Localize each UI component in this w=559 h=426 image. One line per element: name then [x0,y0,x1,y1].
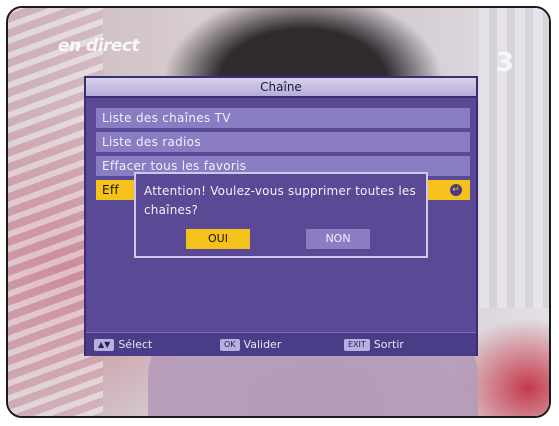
channel-logo: 3 [496,48,515,78]
menu-item-tv-list[interactable]: Liste des chaînes TV [96,108,470,128]
dialog-message: Attention! Voulez-vous supprimer toutes … [144,184,416,217]
menu-title: Chaîne [86,78,476,98]
menu-item-label: Eff [102,183,119,197]
hint-exit: EXIT Sortir [344,337,404,353]
menu-item-radio-list[interactable]: Liste des radios [96,132,470,152]
exit-key-icon: EXIT [344,339,370,351]
key-hints-bar: ▲▼ Sélect OK Valider EXIT Sortir [86,332,476,356]
menu-item-label: Liste des chaînes TV [102,111,231,125]
ok-key-icon: OK [220,339,240,351]
up-down-arrows-icon: ▲▼ [94,339,115,351]
confirm-dialog: Attention! Voulez-vous supprimer toutes … [134,172,428,258]
hint-validate: OK Valider [220,337,281,353]
yes-button[interactable]: OUI [186,229,250,249]
menu-item-label: Liste des radios [102,135,201,149]
enter-icon: ↵ [450,184,462,196]
live-label: en direct [58,36,140,56]
menu-item-label: Effacer tous les favoris [102,159,247,173]
hint-select: ▲▼ Sélect [94,337,152,353]
no-button[interactable]: NON [306,229,370,249]
